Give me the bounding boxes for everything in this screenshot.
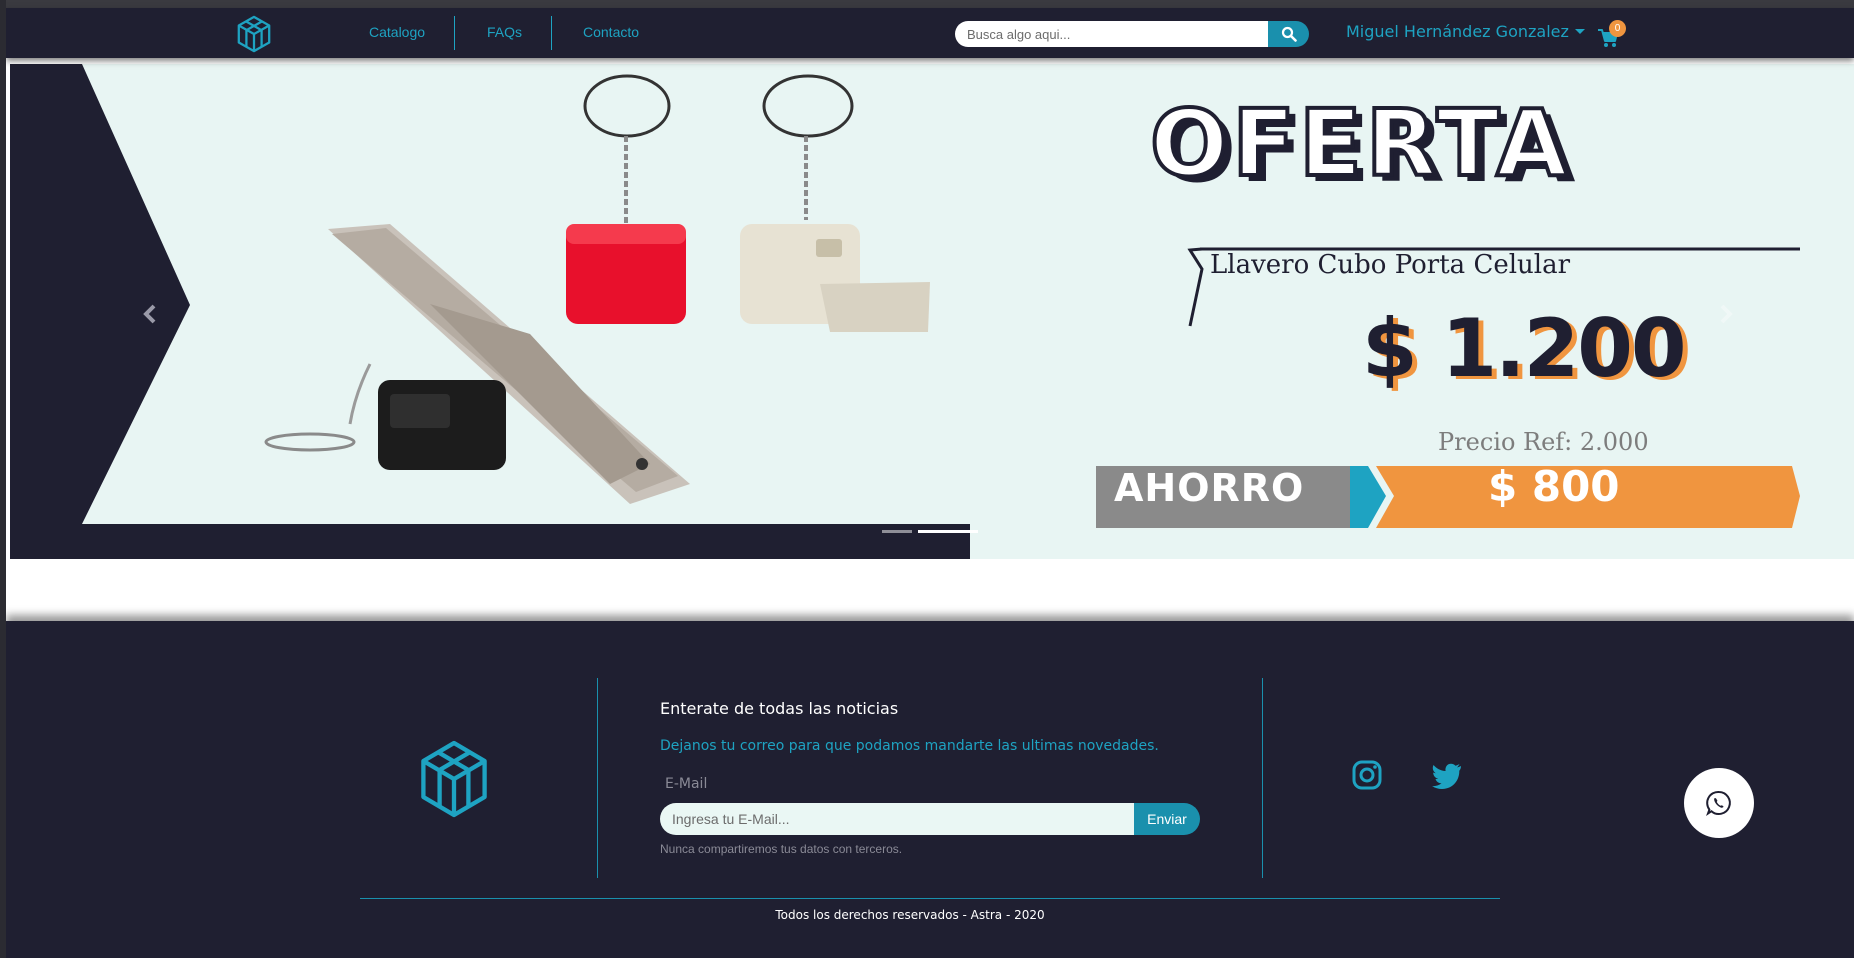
footer: Enterate de todas las noticias Dejanos t…	[6, 621, 1854, 958]
nav-divider	[454, 16, 455, 50]
search-icon	[1281, 26, 1297, 42]
search-button[interactable]	[1268, 21, 1309, 47]
nav-catalogo-link[interactable]: Catalogo	[369, 24, 425, 40]
carousel-next-button[interactable]	[1706, 294, 1746, 334]
carousel-indicator-1[interactable]	[882, 530, 912, 533]
savings-label: AHORRO	[1114, 466, 1305, 510]
chevron-down-icon	[1574, 29, 1585, 34]
newsletter-subtitle: Dejanos tu correo para que podamos manda…	[660, 738, 1159, 754]
carousel-indicators	[882, 530, 978, 533]
chevron-right-icon	[1720, 304, 1733, 324]
user-dropdown[interactable]: Miguel Hernández Gonzalez	[1346, 22, 1585, 41]
subscribe-button[interactable]: Enviar	[1134, 803, 1200, 835]
user-name: Miguel Hernández Gonzalez	[1346, 22, 1569, 41]
astra-logo-icon[interactable]	[235, 15, 273, 53]
instagram-icon[interactable]	[1350, 758, 1384, 792]
savings-value: $ 800	[1488, 462, 1620, 511]
product-price: $ 1.200	[1362, 302, 1687, 395]
chevron-left-icon	[143, 304, 156, 324]
reference-price: Precio Ref: 2.000	[1438, 428, 1649, 456]
navbar: Catalogo FAQs Contacto Miguel Hernández …	[6, 8, 1854, 58]
twitter-icon[interactable]	[1430, 758, 1464, 792]
cart-count-badge: 0	[1609, 20, 1626, 37]
offer-title: OFERTA	[1148, 88, 1572, 199]
carousel-prev-button[interactable]	[130, 294, 170, 334]
nav-divider	[551, 16, 552, 50]
browser-top-strip	[6, 0, 1854, 8]
black-cube-image	[264, 363, 506, 470]
product-name: Llavero Cubo Porta Celular	[1210, 250, 1571, 280]
whatsapp-button[interactable]	[1684, 768, 1754, 838]
email-field[interactable]	[660, 803, 1134, 835]
footer-divider	[1262, 678, 1263, 878]
promo-carousel: OFERTA Llavero Cubo Porta Celular $ 1.20…	[10, 64, 1854, 559]
whatsapp-icon	[1706, 790, 1731, 816]
privacy-note: Nunca compartiremos tus datos con tercer…	[660, 842, 903, 856]
carousel-indicator-2[interactable]	[918, 530, 978, 533]
footer-divider	[597, 678, 598, 878]
red-cube-image	[566, 74, 686, 324]
copyright-text: Todos los derechos reservados - Astra - …	[775, 908, 1045, 922]
astra-logo-icon	[421, 740, 487, 818]
nav-contacto-link[interactable]: Contacto	[583, 24, 639, 40]
content-spacer	[6, 559, 1854, 621]
search-bar	[955, 21, 1309, 47]
newsletter-title: Enterate de todas las noticias	[660, 699, 899, 718]
page: Catalogo FAQs Contacto Miguel Hernández …	[6, 0, 1854, 958]
white-cube-image	[740, 74, 930, 332]
email-label: E-Mail	[665, 776, 708, 792]
footer-separator	[360, 898, 1500, 899]
nav-faqs-link[interactable]: FAQs	[487, 24, 522, 40]
search-input[interactable]	[955, 21, 1268, 47]
